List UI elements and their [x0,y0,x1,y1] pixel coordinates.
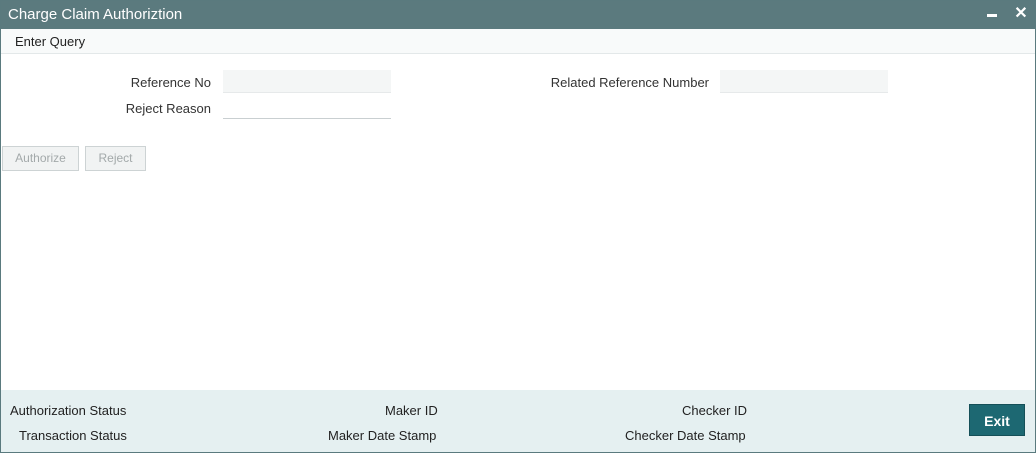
authorization-status-label: Authorization Status [10,403,127,418]
audit-footer [1,390,1035,452]
checker-date-stamp-label: Checker Date Stamp [625,428,746,443]
related-reference-number-field[interactable] [720,70,888,93]
authorize-button[interactable]: Authorize [2,146,79,171]
title-bar: Charge Claim Authoriztion ✕ [1,1,1035,29]
reject-reason-label: Reject Reason [125,101,211,116]
menu-bar: Enter Query [1,29,1035,54]
reject-reason-field[interactable] [223,96,391,119]
minimize-icon[interactable] [982,4,1002,24]
window-title: Charge Claim Authoriztion [8,6,183,23]
reference-no-field[interactable] [223,70,391,93]
maker-date-stamp-label: Maker Date Stamp [328,428,437,443]
close-icon[interactable]: ✕ [1011,4,1031,24]
checker-id-label: Checker ID [682,403,748,418]
maker-id-label: Maker ID [385,403,438,418]
enter-query-menu-item[interactable]: Enter Query [15,34,85,49]
reference-no-label: Reference No [130,75,211,90]
related-reference-number-label: Related Reference Number [550,75,709,90]
transaction-status-label: Transaction Status [19,428,127,443]
charge-claim-window: Charge Claim Authoriztion ✕ Enter Query … [0,0,1036,453]
exit-button[interactable]: Exit [969,404,1025,436]
reject-button[interactable]: Reject [85,146,146,171]
